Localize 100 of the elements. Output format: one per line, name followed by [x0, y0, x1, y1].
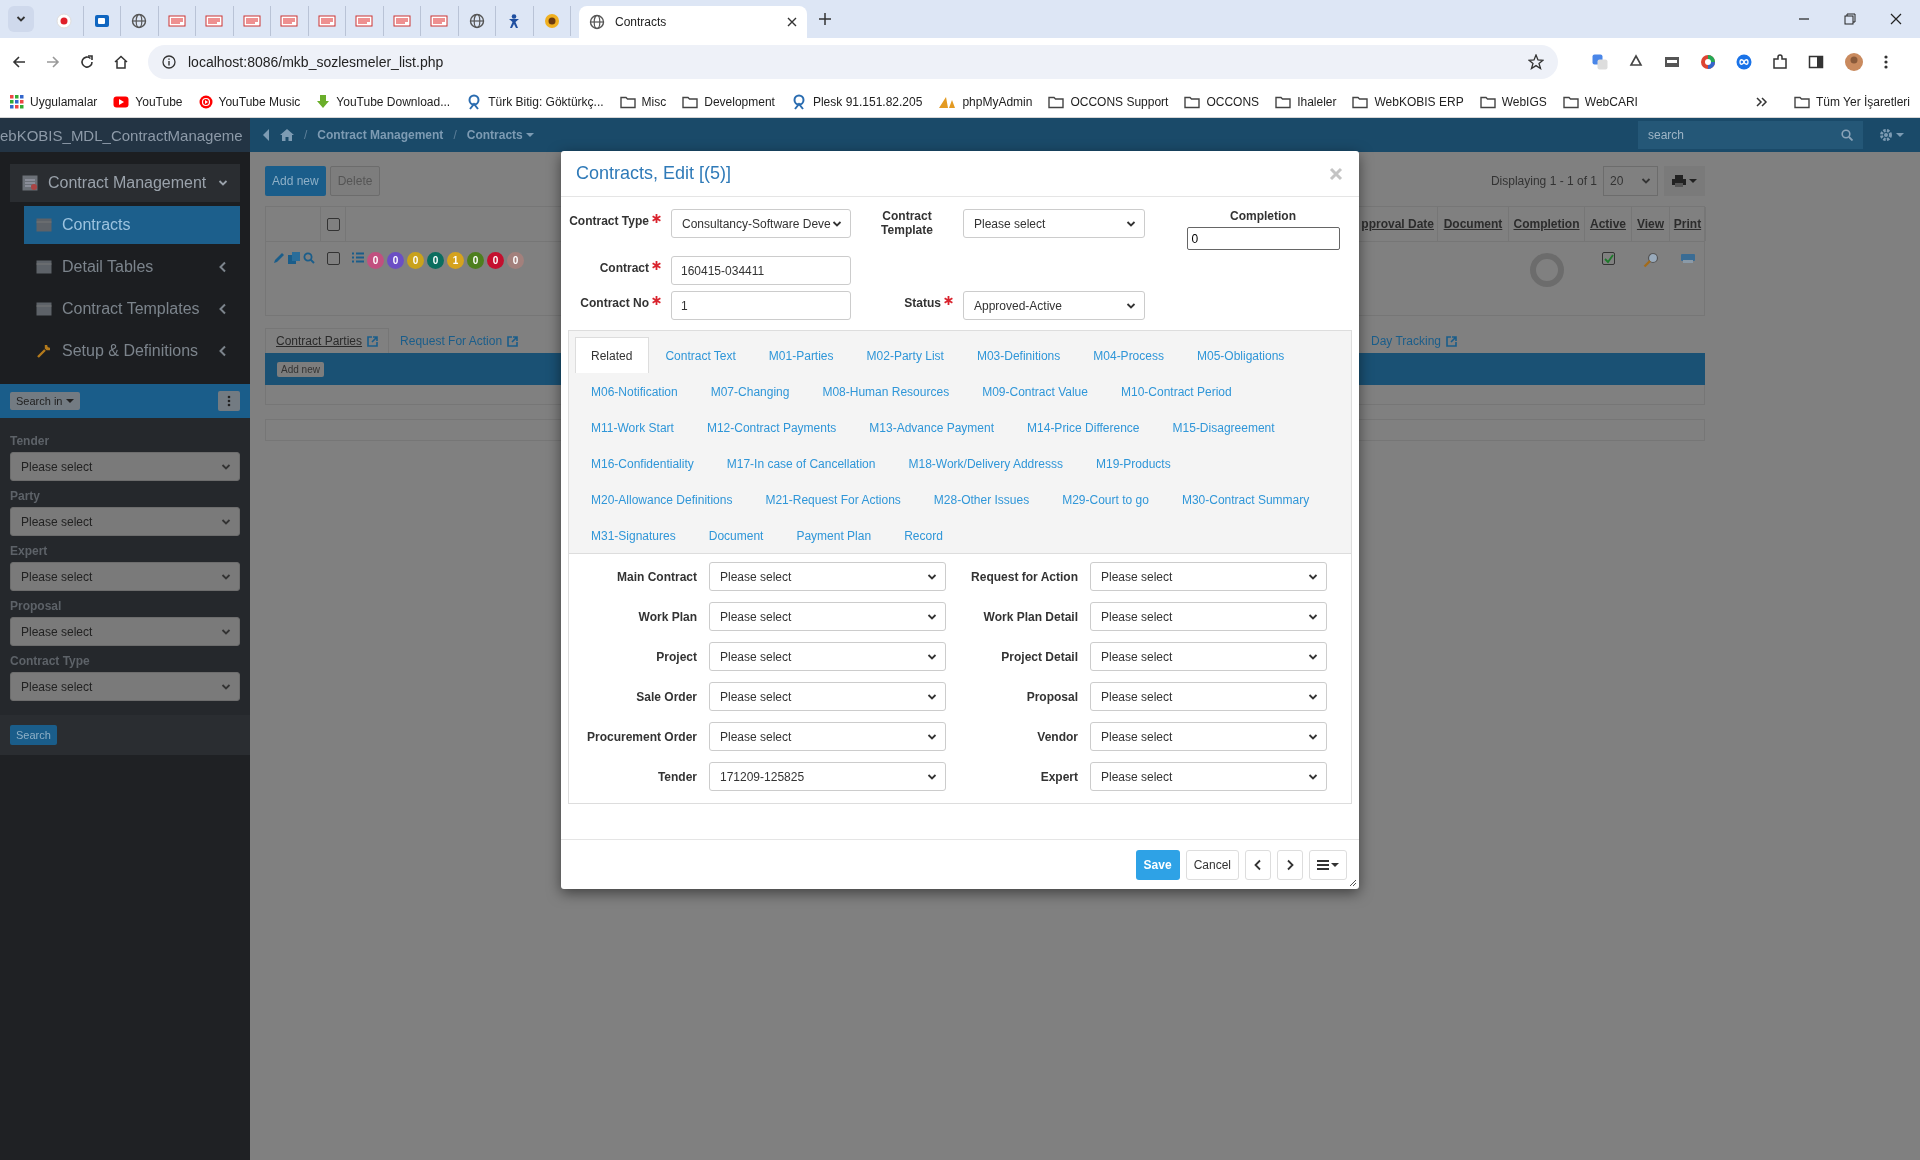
bookmark[interactable]: Uygulamalar: [10, 94, 98, 109]
dropdown[interactable]: Please select: [1090, 762, 1327, 791]
avatar-icon[interactable]: [1844, 52, 1864, 72]
form-tab[interactable]: Contract Text: [649, 337, 753, 373]
bookmark[interactable]: Misc: [619, 94, 667, 109]
form-tab[interactable]: M12-Contract Payments: [690, 409, 854, 445]
count-badge[interactable]: 0: [487, 252, 504, 269]
color-wheel-icon[interactable]: [1700, 54, 1716, 70]
bookmark[interactable]: OCCONS Support: [1048, 94, 1169, 109]
input-field[interactable]: 0: [1186, 227, 1340, 250]
menu-button[interactable]: [1309, 849, 1347, 880]
checkbox[interactable]: [326, 217, 340, 231]
print-menu-button[interactable]: [1664, 166, 1705, 196]
count-badge[interactable]: 0: [407, 252, 424, 269]
dropdown[interactable]: Please select: [1090, 602, 1327, 631]
column-header[interactable]: View: [1636, 217, 1665, 231]
star-icon[interactable]: [1528, 54, 1544, 70]
search-field[interactable]: search: [1638, 121, 1863, 149]
search-in-button[interactable]: Search in: [10, 392, 81, 410]
bookmark[interactable]: YouTube Download...: [316, 93, 451, 110]
form-tab[interactable]: M20-Allowance Definitions: [575, 481, 750, 517]
form-tab[interactable]: M09-Contract Value: [966, 373, 1105, 409]
previous-button[interactable]: [1245, 849, 1271, 880]
add-new-button[interactable]: Add new: [277, 361, 324, 377]
form-tab[interactable]: M13-Advance Payment: [853, 409, 1012, 445]
column-header[interactable]: Completion: [1513, 217, 1580, 231]
dropdown[interactable]: Please select: [1090, 642, 1327, 671]
count-badge[interactable]: 0: [367, 252, 384, 269]
form-tab[interactable]: M04-Process: [1077, 337, 1181, 373]
bookmark[interactable]: WebIGS: [1479, 94, 1547, 109]
bookmark[interactable]: YouTube Music: [198, 94, 301, 109]
close-icon[interactable]: [1890, 13, 1902, 25]
menu-item[interactable]: Contracts: [24, 206, 240, 244]
bookmark[interactable]: Development: [682, 94, 775, 109]
bookmark[interactable]: Ihaleler: [1275, 94, 1337, 109]
reload-icon[interactable]: [80, 55, 94, 69]
bookmark[interactable]: WebKOBIS ERP: [1352, 94, 1464, 109]
form-tab[interactable]: M05-Obligations: [1180, 337, 1302, 373]
restore-icon[interactable]: [1844, 13, 1856, 25]
next-button[interactable]: [1277, 849, 1303, 880]
puzzle-icon[interactable]: [1772, 54, 1788, 70]
dropdown[interactable]: Please select: [10, 452, 240, 481]
form-tab[interactable]: M02-Party List: [850, 337, 961, 373]
form-tab[interactable]: M30-Contract Summary: [1165, 481, 1327, 517]
bookmark[interactable]: OCCONS: [1184, 94, 1260, 109]
form-tab[interactable]: M16-Confidentiality: [575, 445, 711, 481]
collapse-sidebar-icon[interactable]: [262, 129, 270, 141]
checkbox[interactable]: [327, 252, 340, 265]
form-tab[interactable]: M03-Definitions: [960, 337, 1078, 373]
form-tab[interactable]: M19-Products: [1079, 445, 1188, 481]
dropdown[interactable]: Please select: [10, 562, 240, 591]
dropdown[interactable]: Please select: [709, 562, 946, 591]
menu-item[interactable]: Contract Templates: [24, 290, 240, 328]
form-tab[interactable]: Related: [575, 337, 650, 373]
more-button[interactable]: [218, 391, 240, 411]
column-header[interactable]: pproval Date: [1361, 217, 1434, 231]
menu-dots-icon[interactable]: [1884, 54, 1888, 70]
column-header[interactable]: Document: [1443, 217, 1503, 231]
cancel-button[interactable]: Cancel: [1185, 849, 1239, 880]
extension-icon[interactable]: [1664, 54, 1680, 70]
form-tab[interactable]: M21-Request For Actions: [749, 481, 918, 517]
form-tab[interactable]: M08-Human Resources: [806, 373, 967, 409]
count-badge[interactable]: 1: [447, 252, 464, 269]
checkbox[interactable]: [1602, 252, 1615, 265]
form-tab[interactable]: M18-Work/Delivery Addresss: [892, 445, 1080, 481]
form-tab[interactable]: Payment Plan: [780, 517, 889, 553]
dropdown[interactable]: Please select: [963, 209, 1145, 238]
bookmark[interactable]: Plesk 91.151.82.205: [790, 93, 923, 110]
forward-icon[interactable]: [46, 55, 60, 69]
dropdown[interactable]: Please select: [10, 507, 240, 536]
detail-tab[interactable]: Contract Parties: [265, 328, 390, 353]
form-tab[interactable]: M29-Court to go: [1046, 481, 1166, 517]
form-tab[interactable]: M31-Signatures: [575, 517, 693, 553]
more-bookmarks-icon[interactable]: [1755, 96, 1768, 107]
browser-tab[interactable]: Contracts: [579, 6, 807, 38]
magnifier-icon[interactable]: [1643, 252, 1659, 268]
infinity-icon[interactable]: [1736, 54, 1752, 70]
input-field[interactable]: 1: [671, 291, 851, 320]
add-new-button[interactable]: Add new: [265, 166, 326, 196]
form-tab[interactable]: M10-Contract Period: [1104, 373, 1249, 409]
dropdown[interactable]: Approved-Active: [963, 291, 1145, 320]
dropdown[interactable]: Please select: [1090, 682, 1327, 711]
new-tab-icon[interactable]: [819, 13, 831, 25]
form-tab[interactable]: M28-Other Issues: [917, 481, 1047, 517]
form-tab[interactable]: M11-Work Start: [575, 409, 691, 445]
count-badge[interactable]: 0: [507, 252, 524, 269]
count-badge[interactable]: 0: [427, 252, 444, 269]
home-icon[interactable]: [114, 55, 128, 69]
column-header[interactable]: Print: [1673, 217, 1702, 231]
search-button[interactable]: Search: [10, 725, 57, 745]
dropdown[interactable]: Please select: [709, 642, 946, 671]
breadcrumb-link[interactable]: Contract Management: [317, 128, 444, 142]
column-header[interactable]: Active: [1590, 217, 1626, 231]
tab-search-button[interactable]: [8, 6, 34, 32]
form-tab[interactable]: M17-In case of Cancellation: [710, 445, 893, 481]
menu-group[interactable]: Contract Management: [10, 164, 240, 202]
form-tab[interactable]: M01-Parties: [752, 337, 851, 373]
form-tab[interactable]: M14-Price Difference: [1011, 409, 1157, 445]
input-field[interactable]: 160415-034411: [671, 256, 851, 285]
page-size-dropdown[interactable]: 20: [1603, 166, 1658, 196]
